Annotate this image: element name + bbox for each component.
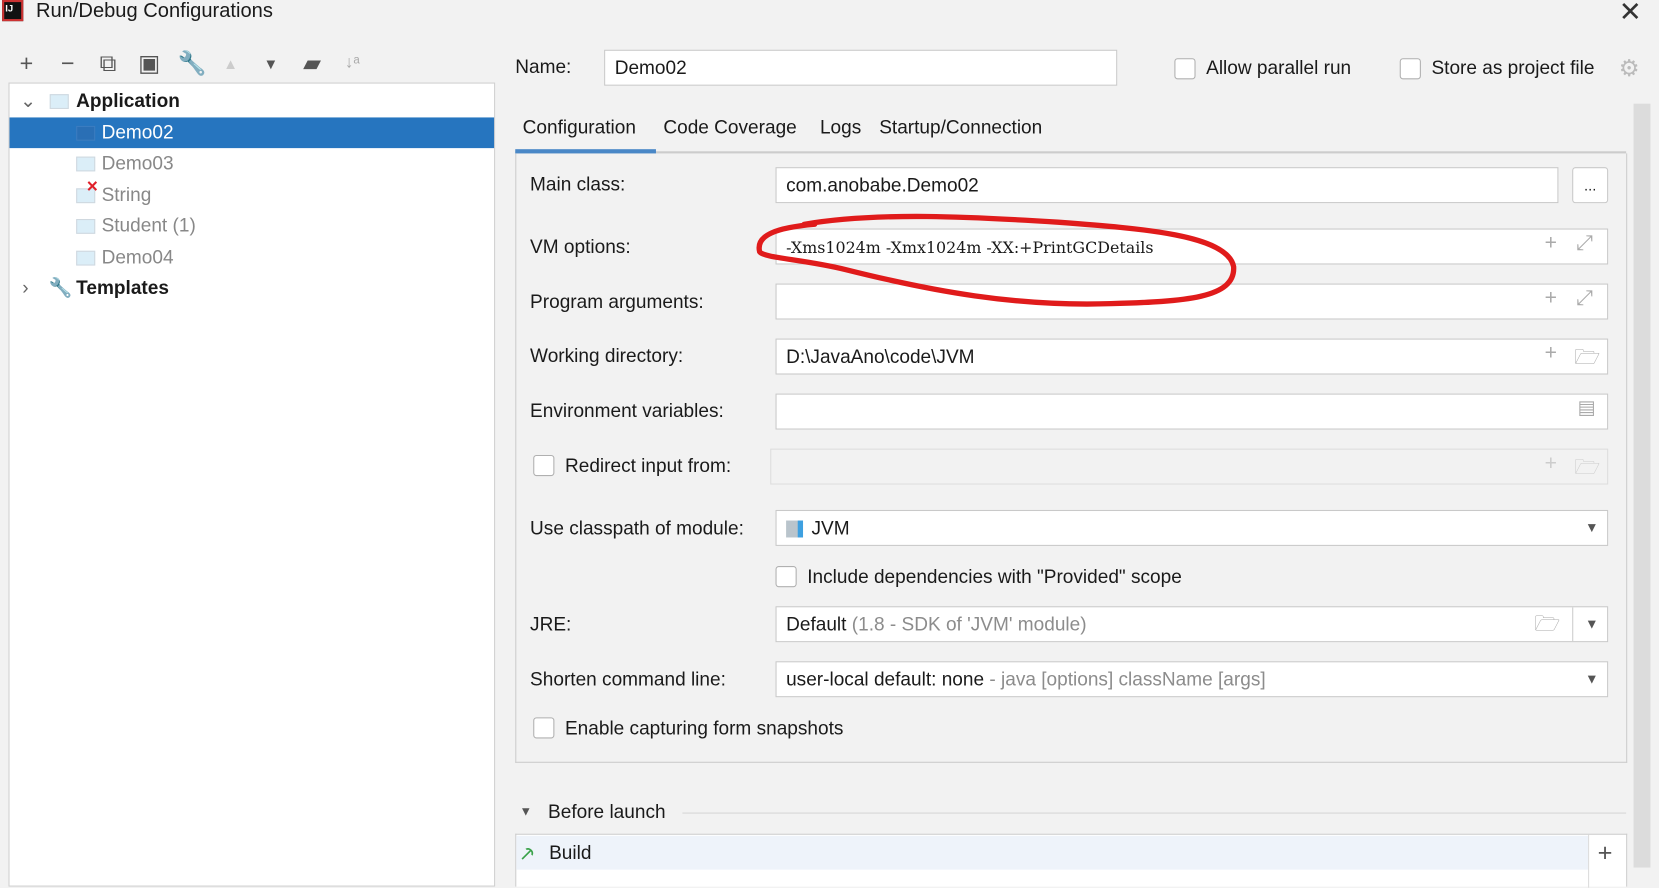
annotation-stroke [756,213,1237,307]
red-annotation-ellipse [756,213,1237,307]
